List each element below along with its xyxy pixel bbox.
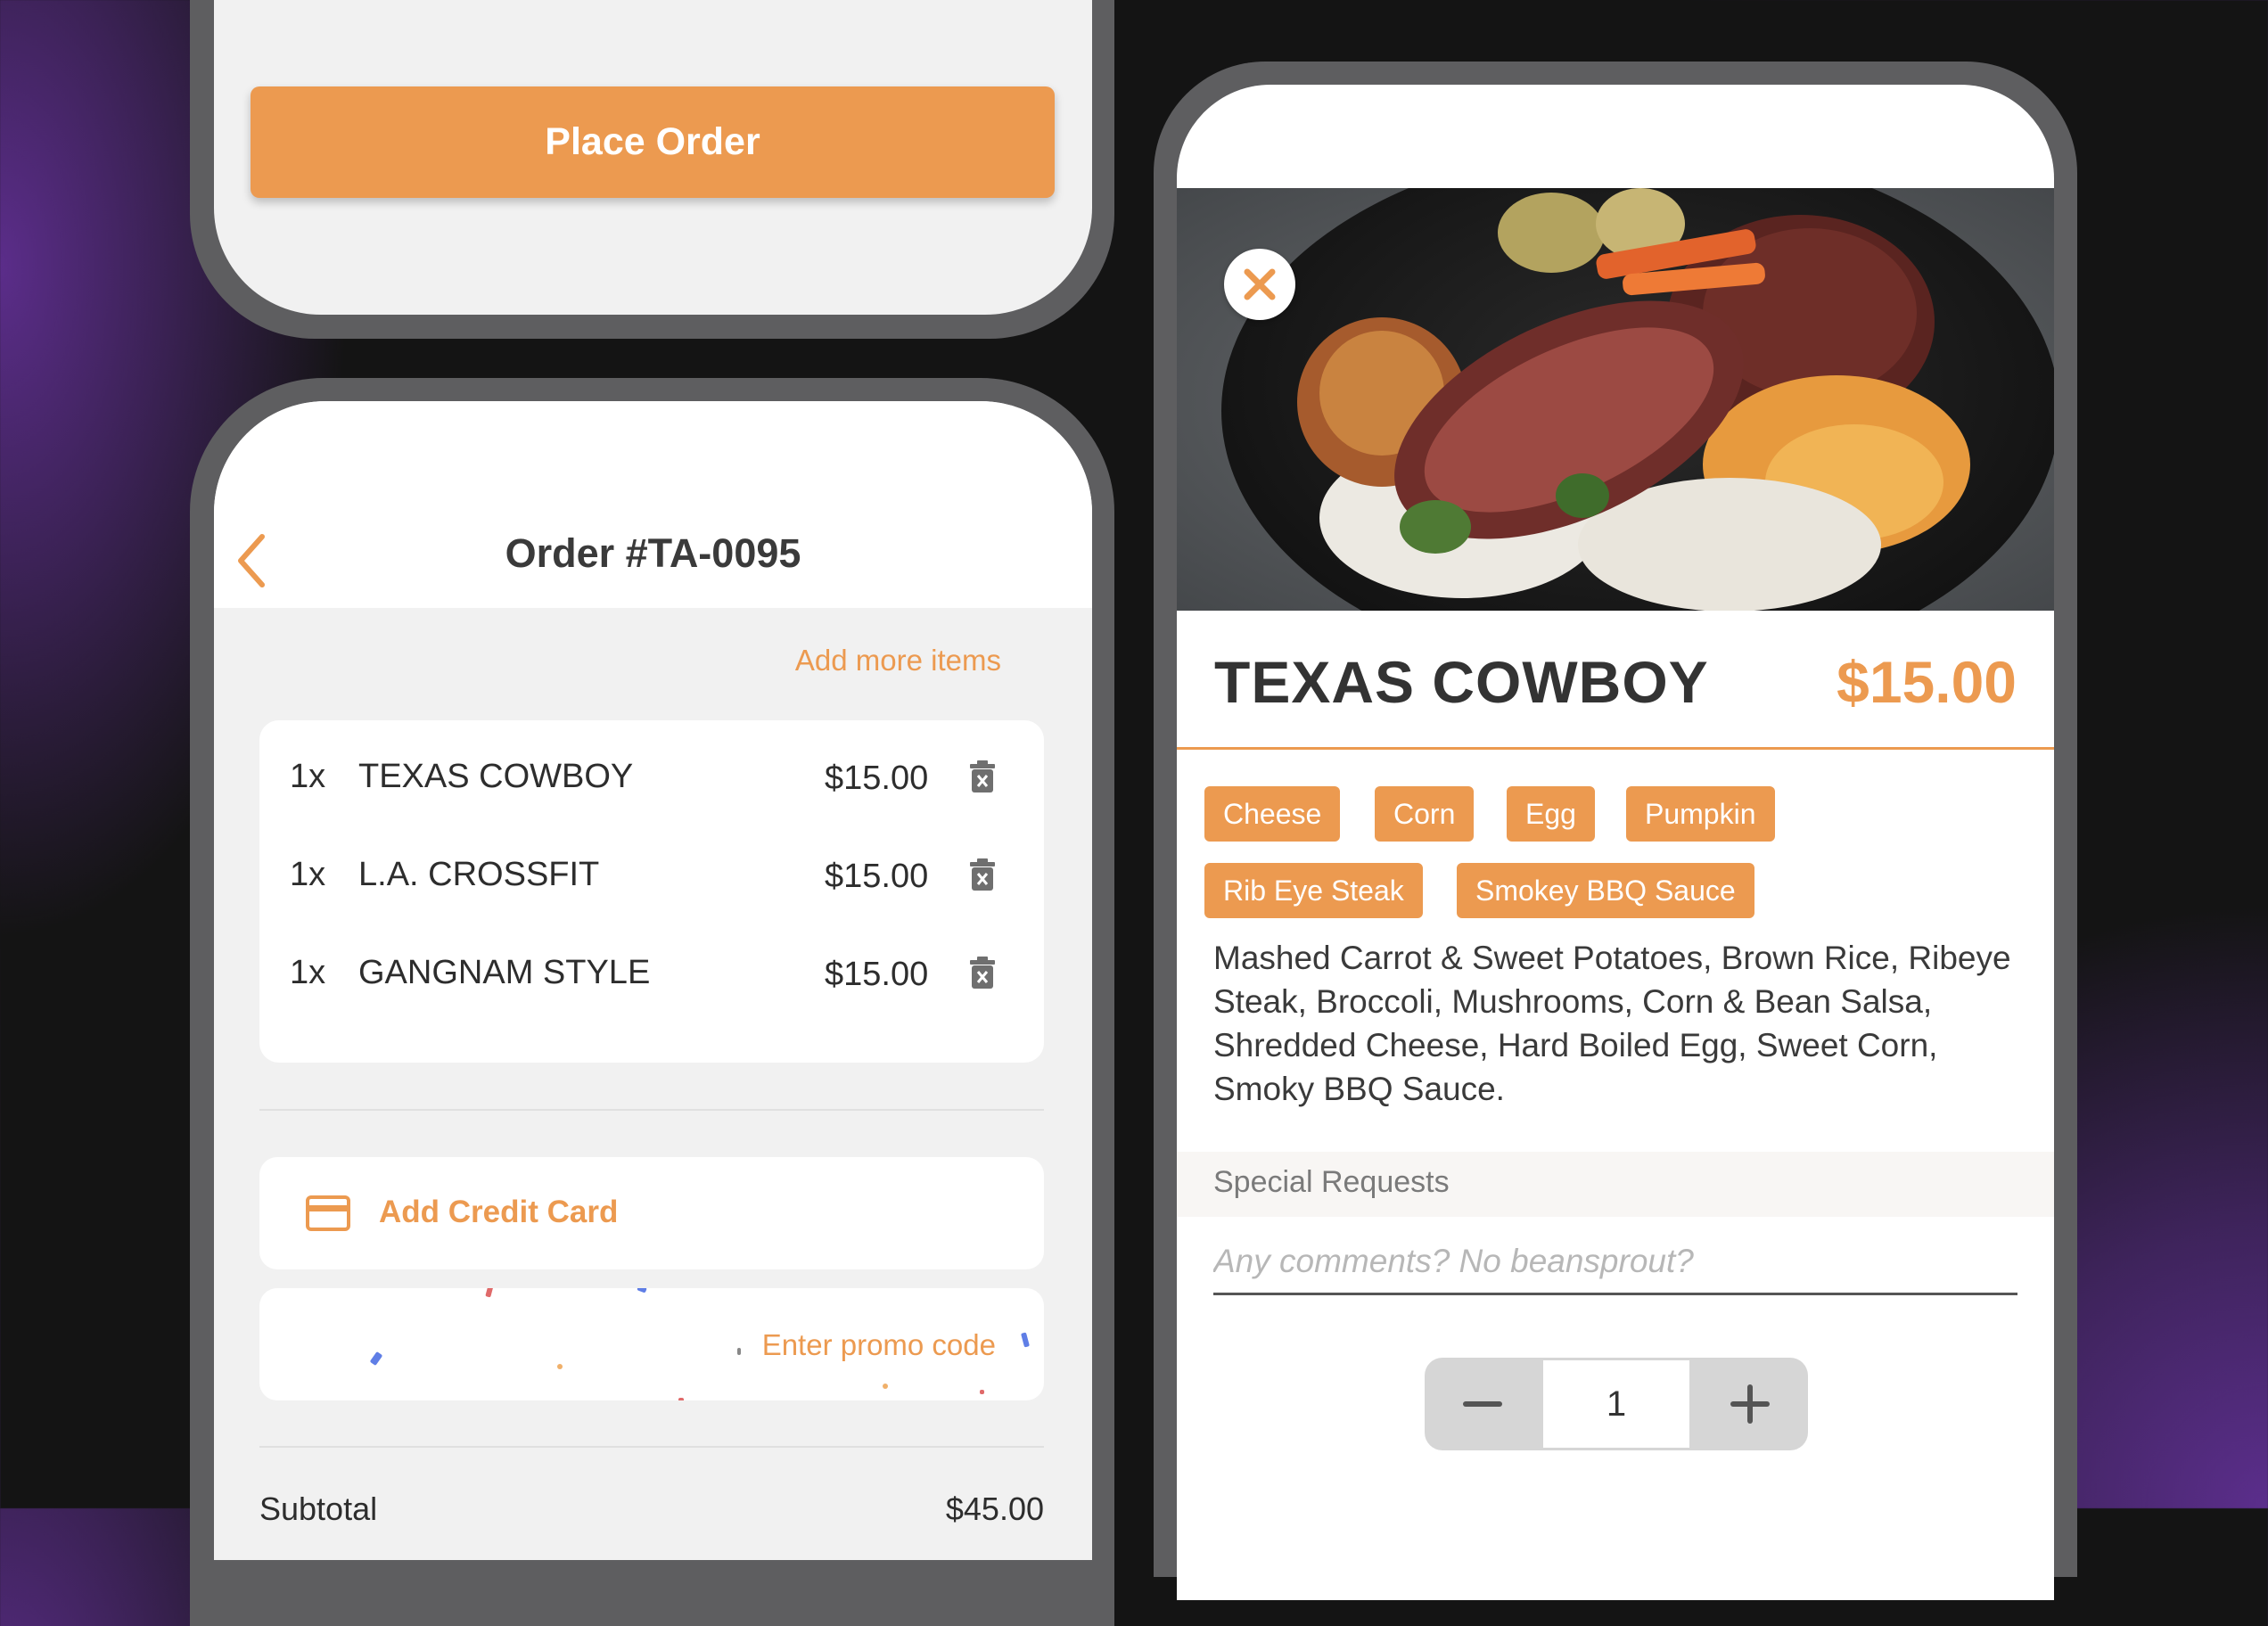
order-header: Order #TA-0095 <box>214 401 1092 608</box>
confetti-piece <box>485 1288 494 1298</box>
item-name: TEXAS COWBOY <box>358 758 634 795</box>
meal-detail-screen: TEXAS COWBOY $15.00 Cheese Corn Egg Pump… <box>1177 85 2054 1600</box>
subtotal-label: Subtotal <box>259 1490 378 1527</box>
quantity-stepper: 1 <box>1425 1358 1808 1450</box>
minus-icon <box>1463 1401 1502 1407</box>
trash-icon[interactable] <box>969 956 996 990</box>
decrease-quantity-button[interactable] <box>1425 1358 1541 1450</box>
credit-card-icon <box>306 1195 350 1231</box>
add-credit-card-label: Add Credit Card <box>379 1195 619 1229</box>
trash-icon[interactable] <box>969 760 996 793</box>
confetti-piece <box>678 1398 684 1400</box>
item-quantity: 1x <box>290 856 326 893</box>
title-divider <box>1177 747 2054 750</box>
confetti-piece <box>737 1348 741 1355</box>
trash-icon[interactable] <box>969 858 996 891</box>
ingredient-tag: Smokey BBQ Sauce <box>1457 863 1754 918</box>
item-price: $15.00 <box>825 760 929 797</box>
item-price: $15.00 <box>825 858 929 895</box>
order-item-row: 1x GANGNAM STYLE $15.00 <box>259 936 1044 1007</box>
meal-price: $15.00 <box>1837 649 2017 715</box>
promo-code-field[interactable]: Enter promo code <box>259 1288 1044 1400</box>
checkout-screen: Place Order <box>214 0 1092 315</box>
add-credit-card-button[interactable]: Add Credit Card <box>259 1157 1044 1269</box>
quantity-value: 1 <box>1543 1360 1689 1448</box>
special-requests-input[interactable] <box>1213 1230 2017 1295</box>
ingredient-tag: Pumpkin <box>1626 786 1775 842</box>
meal-name: TEXAS COWBOY <box>1214 649 1709 715</box>
page-title: Order #TA-0095 <box>505 530 801 576</box>
order-items-card: 1x TEXAS COWBOY $15.00 1x L.A. CROSSFIT … <box>259 720 1044 1063</box>
confetti-piece <box>369 1351 383 1367</box>
ingredient-tag: Rib Eye Steak <box>1204 863 1423 918</box>
item-name: GANGNAM STYLE <box>358 954 651 991</box>
subtotal-value: $45.00 <box>945 1490 1044 1527</box>
meal-photo <box>1177 188 2054 611</box>
increase-quantity-button[interactable] <box>1692 1358 1808 1450</box>
close-icon <box>1244 268 1276 300</box>
confetti-piece <box>557 1364 563 1369</box>
ingredient-tag: Corn <box>1375 786 1475 842</box>
section-divider <box>259 1109 1044 1111</box>
item-quantity: 1x <box>290 954 326 991</box>
meal-description: Mashed Carrot & Sweet Potatoes, Brown Ri… <box>1213 940 2011 1107</box>
item-name: L.A. CROSSFIT <box>358 856 600 893</box>
special-requests-label: Special Requests <box>1213 1165 1450 1199</box>
item-price: $15.00 <box>825 956 929 993</box>
promo-code-placeholder: Enter promo code <box>761 1328 996 1361</box>
plus-icon <box>1730 1384 1770 1424</box>
place-order-button[interactable]: Place Order <box>251 86 1055 198</box>
close-button[interactable] <box>1224 249 1295 320</box>
confetti-piece <box>637 1288 647 1293</box>
order-screen: Order #TA-0095 Add more items 1x TEXAS C… <box>214 401 1092 1560</box>
section-divider <box>259 1446 1044 1448</box>
ingredient-tag: Egg <box>1507 786 1595 842</box>
order-item-row: 1x TEXAS COWBOY $15.00 <box>259 740 1044 811</box>
confetti-piece <box>1021 1332 1030 1348</box>
order-item-row: 1x L.A. CROSSFIT $15.00 <box>259 838 1044 909</box>
add-more-items-link[interactable]: Add more items <box>795 644 1001 678</box>
confetti-piece <box>980 1390 984 1394</box>
ingredient-tag: Cheese <box>1204 786 1341 842</box>
confetti-piece <box>883 1384 888 1389</box>
item-quantity: 1x <box>290 758 326 795</box>
special-requests-header: Special Requests <box>1177 1152 2054 1217</box>
